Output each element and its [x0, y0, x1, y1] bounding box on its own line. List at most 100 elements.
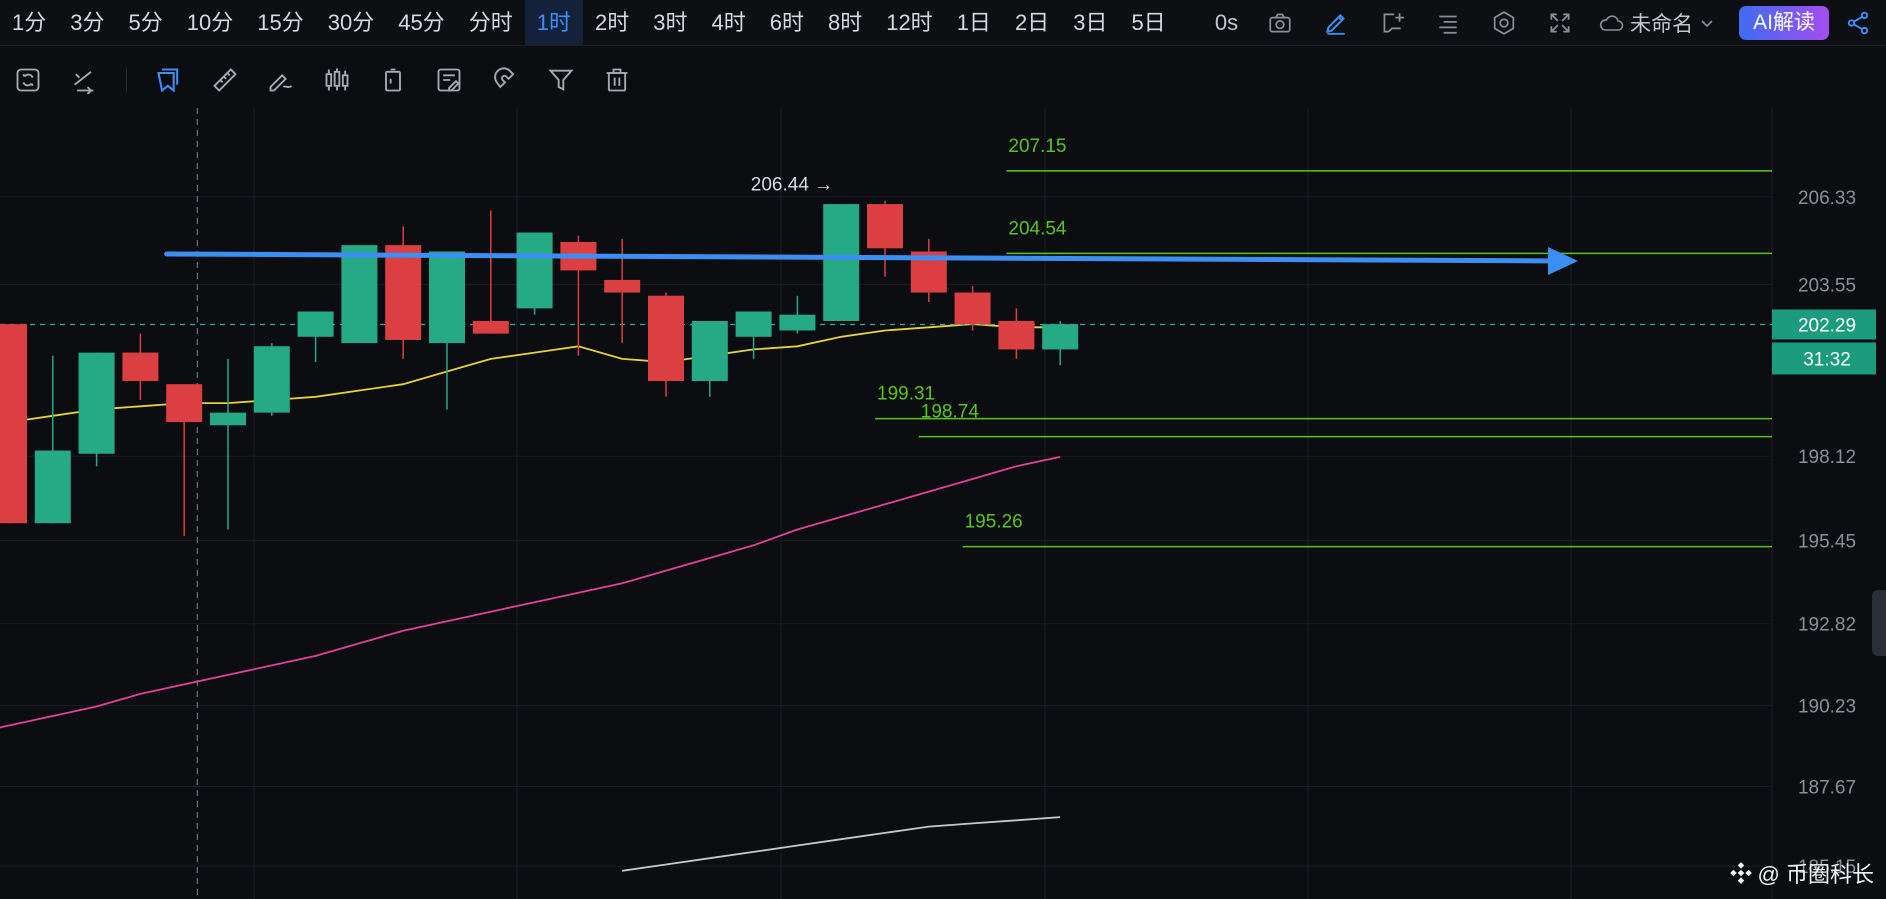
candle — [253, 343, 290, 416]
cloud-icon — [1600, 14, 1624, 31]
ma-slow-line — [622, 816, 1061, 872]
note-icon[interactable] — [433, 64, 465, 96]
candles-icon[interactable] — [321, 64, 353, 96]
refresh-icon[interactable] — [12, 64, 44, 96]
candle — [910, 238, 947, 303]
timeframe-tab[interactable]: 10分 — [175, 0, 245, 45]
candle-body — [691, 320, 728, 382]
add-chart-icon[interactable] — [1377, 8, 1407, 38]
fullscreen-icon[interactable] — [1545, 8, 1575, 38]
timeframe-tab[interactable]: 30分 — [316, 0, 386, 45]
bar-countdown: 31:32 — [1803, 349, 1851, 370]
chevron-down-icon — [1701, 19, 1713, 27]
candle — [867, 200, 903, 277]
candle — [472, 210, 509, 334]
candle — [1042, 320, 1079, 366]
candle-body — [166, 384, 203, 423]
candle-body — [516, 232, 553, 309]
timeframe-list: 1分 3分 5分 10分 15分 30分 45分 分时 1时 2时 3时 4时 6时 8时 12时 1日 2日 3… — [0, 0, 1178, 45]
timeframe-tab[interactable]: 8时 — [816, 0, 874, 45]
indicator-list-icon[interactable] — [1433, 8, 1463, 38]
magnet-icon[interactable] — [489, 64, 521, 96]
candle — [516, 232, 553, 315]
candle-body — [472, 320, 509, 334]
timeframe-tab[interactable]: 3时 — [641, 0, 699, 45]
layout-selector[interactable]: 未命名 — [1588, 8, 1731, 38]
pencil-icon[interactable] — [1321, 8, 1351, 38]
timeframe-tab[interactable]: 45分 — [386, 0, 456, 45]
camera-icon[interactable] — [1265, 8, 1295, 38]
timeframe-tab[interactable]: 15分 — [245, 0, 315, 45]
select-icon[interactable] — [153, 64, 185, 96]
candle — [998, 308, 1035, 359]
candle — [297, 311, 334, 363]
candle-body — [823, 204, 860, 321]
candle-body — [0, 324, 27, 524]
candle — [648, 292, 684, 397]
candles: 206.44 → — [0, 174, 1079, 536]
top-actions: 0s 未命名 AI解读 — [1201, 0, 1886, 45]
price-axis-label: 190.23 — [1798, 697, 1856, 718]
timeframe-tab[interactable]: 2时 — [583, 0, 641, 45]
layout-name: 未命名 — [1630, 12, 1694, 36]
brush-icon[interactable] — [265, 64, 297, 96]
ai-interpret-button[interactable]: AI解读 — [1739, 5, 1829, 40]
swap-icon[interactable] — [68, 64, 100, 96]
timeframe-tab[interactable]: 1时 — [524, 0, 583, 45]
timeframe-tab[interactable]: 3分 — [58, 0, 116, 45]
candle-body — [122, 352, 159, 382]
timeframe-tab[interactable]: 4时 — [699, 0, 757, 45]
share-icon[interactable] — [1843, 8, 1873, 38]
trash-outline-icon[interactable] — [377, 64, 409, 96]
timeframe-tab[interactable]: 3日 — [1061, 0, 1119, 45]
timeframe-tab[interactable]: 1分 — [0, 0, 58, 45]
candle-body — [341, 245, 378, 344]
candle — [823, 204, 860, 321]
price-chart[interactable]: 206.44 → 207.15204.54199.31198.74195.26 … — [0, 0, 1886, 899]
price-level-label: 207.15 — [1008, 136, 1066, 157]
timeframe-tab[interactable]: 分时 — [457, 0, 525, 45]
price-axis-label: 195.45 — [1798, 532, 1856, 553]
candle — [34, 355, 71, 524]
high-price-marker: 206.44 → — [751, 174, 833, 195]
candle-body — [297, 311, 334, 337]
price-axis-label: 198.12 — [1798, 447, 1856, 468]
ruler-icon[interactable] — [209, 64, 241, 96]
candle — [210, 358, 246, 530]
candle-body — [867, 204, 903, 249]
settings-icon[interactable] — [1489, 8, 1519, 38]
candle — [78, 352, 115, 467]
candle — [954, 286, 991, 331]
candle — [691, 320, 728, 397]
timeframe-tab[interactable]: 5分 — [117, 0, 175, 45]
watermark-text: @ 币圈科长 — [1757, 862, 1874, 887]
candle — [341, 245, 378, 344]
candle-body — [210, 412, 246, 426]
candle-body — [429, 251, 465, 344]
price-axis-label: 187.67 — [1798, 777, 1856, 798]
timeframe-tab[interactable]: 2日 — [1003, 0, 1061, 45]
candle — [0, 324, 27, 524]
filter-icon[interactable] — [545, 64, 577, 96]
price-level-label: 204.54 — [1008, 218, 1067, 239]
candle-body — [1042, 324, 1079, 350]
candle-body — [604, 279, 641, 293]
price-level-label: 198.74 — [921, 402, 980, 423]
candle-body — [385, 245, 422, 340]
toolbar-divider — [126, 68, 127, 92]
timeframe-tab[interactable]: 6时 — [758, 0, 816, 45]
candle-body — [78, 352, 115, 454]
collapse-panel-handle[interactable] — [1872, 590, 1886, 656]
delete-icon[interactable] — [601, 64, 633, 96]
timeframe-tab[interactable]: 1日 — [945, 0, 1003, 45]
candle — [429, 251, 465, 410]
price-level-label: 195.26 — [965, 512, 1023, 533]
price-axis: 206.33 203.55 198.12 195.45 192.82 190.23 187.… — [1772, 188, 1876, 878]
candle — [779, 295, 816, 334]
trend-line — [164, 246, 1578, 275]
candle — [122, 333, 159, 400]
timeframe-tab[interactable]: 5日 — [1119, 0, 1177, 45]
timeframe-tab[interactable]: 12时 — [874, 0, 944, 45]
trend-arrowhead — [1548, 246, 1578, 275]
candle-body — [34, 450, 71, 524]
